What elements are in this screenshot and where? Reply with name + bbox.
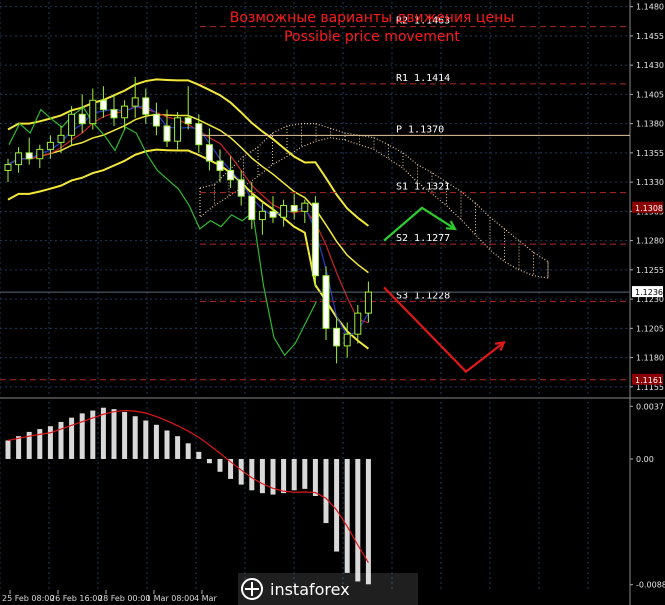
- candle-body: [205, 144, 213, 162]
- candle-body: [311, 202, 319, 277]
- macd-tick-label: 0.0037: [636, 402, 664, 411]
- macd-bar: [344, 458, 350, 573]
- macd-bar: [323, 458, 329, 524]
- macd-bar: [206, 458, 212, 464]
- macd-bar: [79, 413, 85, 459]
- price-tick-label: 1.1255: [636, 266, 664, 275]
- candle-body: [57, 134, 65, 143]
- price-tick-label: 1.1455: [636, 32, 664, 41]
- candle-body: [131, 97, 139, 107]
- macd-bar: [47, 426, 53, 459]
- pivot-label-s2: S2 1.1277: [396, 233, 450, 244]
- price-tick-label: 1.1330: [636, 178, 664, 187]
- candle-body: [36, 148, 44, 160]
- pivot-label-r1: R1 1.1414: [396, 73, 450, 84]
- macd-bar: [312, 458, 318, 496]
- candle-body: [110, 109, 118, 119]
- candle-body: [46, 141, 54, 150]
- macd-bar: [355, 458, 361, 582]
- macd-bar: [185, 443, 191, 459]
- macd-bar: [259, 458, 265, 494]
- time-label: 25 Feb 08:00: [2, 594, 54, 603]
- pivot-label-s1: S1 1.1321: [396, 182, 450, 193]
- macd-bar: [132, 416, 138, 459]
- candle-body: [163, 125, 171, 142]
- current-price-tag: 1.1236: [635, 288, 663, 297]
- candle-body: [343, 333, 351, 347]
- macd-bar: [122, 411, 128, 459]
- candle-body: [78, 113, 86, 125]
- time-label: 26 Feb 16:00: [50, 594, 102, 603]
- candle-body: [25, 152, 33, 160]
- logo-text: instaforex: [270, 580, 350, 599]
- macd-bar: [153, 424, 159, 459]
- price-tick-label: 1.1355: [636, 149, 664, 158]
- macd-bar: [217, 458, 223, 472]
- macd-bar: [164, 430, 170, 459]
- candle-body: [333, 327, 341, 347]
- time-label: 4 Mar: [194, 594, 217, 603]
- candle-body: [280, 205, 288, 218]
- candle-body: [216, 160, 224, 171]
- macd-bar: [249, 458, 255, 491]
- candle-body: [15, 152, 23, 166]
- macd-bar: [175, 436, 181, 459]
- macd-bar: [365, 458, 371, 585]
- price-tick-label: 1.1405: [636, 90, 664, 99]
- macd-bar: [5, 440, 11, 459]
- macd-tick-label: 0.00: [636, 455, 654, 464]
- price-tag-label: 1.1161: [635, 376, 663, 385]
- time-label: 1 Mar 08:00: [146, 594, 194, 603]
- candle-body: [290, 205, 298, 212]
- macd-bar: [111, 409, 117, 459]
- candle-body: [248, 195, 256, 221]
- macd-bar: [291, 458, 297, 491]
- price-tick-label: 1.1430: [636, 61, 664, 70]
- candle-body: [152, 113, 160, 127]
- macd-bar: [58, 421, 64, 459]
- price-chart: R2 1.1463R1 1.1414P 1.1370S1 1.1321S2 1.…: [0, 0, 665, 605]
- candle-body: [258, 210, 266, 221]
- macd-bar: [302, 458, 308, 489]
- candle-body: [237, 179, 245, 197]
- candle-body: [322, 275, 330, 329]
- candle-body: [174, 117, 182, 142]
- time-label: 28 Feb 00:00: [98, 594, 150, 603]
- chart-subtitle: Possible price movement: [284, 29, 460, 45]
- logo-icon: [241, 578, 263, 600]
- candle-body: [354, 312, 362, 335]
- candle-body: [364, 291, 372, 314]
- macd-bar: [143, 420, 149, 459]
- price-tick-label: 1.1380: [636, 120, 664, 129]
- candle-body: [195, 123, 203, 146]
- candle-body: [269, 210, 277, 218]
- macd-bar: [16, 436, 22, 459]
- candle-body: [301, 202, 309, 212]
- candle-body: [89, 99, 97, 125]
- macd-bar: [196, 451, 202, 459]
- price-tag-label: 1.1308: [635, 204, 663, 213]
- pivot-label-p: P 1.1370: [396, 124, 444, 135]
- candle-body: [4, 164, 12, 171]
- price-tick-label: 1.1205: [636, 324, 664, 333]
- candle-body: [68, 113, 76, 136]
- instaforex-logo: instaforex: [238, 573, 418, 605]
- macd-bar: [334, 458, 340, 552]
- price-tick-label: 1.1180: [636, 354, 664, 363]
- candle-body: [142, 97, 150, 115]
- candle-body: [121, 105, 129, 119]
- macd-bar: [281, 458, 287, 494]
- chart-background: [0, 0, 665, 605]
- chart-title: Возможные варианты движения цены: [230, 10, 515, 26]
- macd-tick-label: -0.00883: [636, 581, 665, 590]
- price-tick-label: 1.1480: [636, 3, 664, 12]
- macd-bar: [69, 417, 75, 459]
- candle-body: [184, 117, 192, 125]
- candle-body: [99, 99, 107, 111]
- price-tick-label: 1.1280: [636, 237, 664, 246]
- candle-body: [227, 169, 235, 181]
